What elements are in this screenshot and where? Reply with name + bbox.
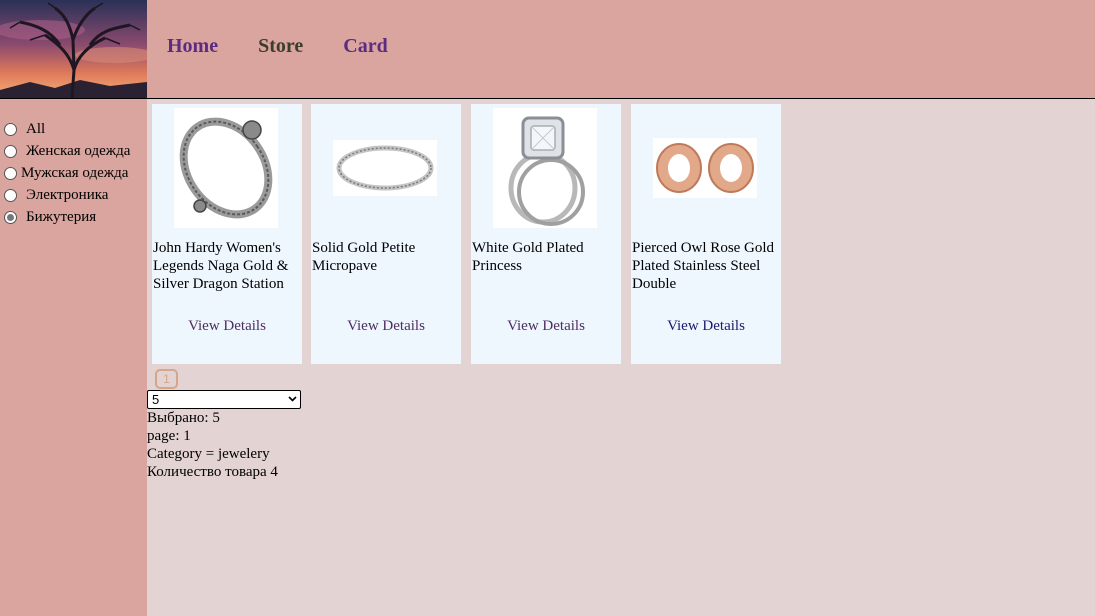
category-label: Мужская одежда <box>21 164 129 181</box>
category-mens-clothing-option[interactable]: Мужская одежда <box>4 164 128 182</box>
view-details-link[interactable]: View Details <box>631 317 781 335</box>
view-details-link[interactable]: View Details <box>471 317 621 335</box>
category-electronics-option[interactable]: Электроника <box>4 186 108 204</box>
product-title: White Gold Plated Princess <box>472 240 584 274</box>
category-label: Электроника <box>26 186 109 203</box>
page-size-select[interactable]: 5 <box>147 390 301 409</box>
selected-count-text: Выбрано: 5 <box>147 410 220 426</box>
logo-image <box>0 0 147 98</box>
nav-store-link[interactable]: Store <box>258 33 303 59</box>
product-card: White Gold Plated Princess View Details <box>471 104 621 364</box>
product-card: Pierced Owl Rose Gold Plated Stainless S… <box>631 104 781 364</box>
category-label: Бижутерия <box>26 208 97 225</box>
radio-button[interactable] <box>4 122 17 136</box>
product-title: John Hardy Women's Legends Naga Gold & S… <box>153 240 289 292</box>
category-label: All <box>26 120 46 137</box>
category-label: Женская одежда <box>26 142 131 159</box>
category-womens-clothing-option[interactable]: Женская одежда <box>4 142 130 160</box>
nav-home-link[interactable]: Home <box>167 33 218 59</box>
plugs-image[interactable] <box>653 138 757 198</box>
category-sidebar: All Женская одежда Мужская одежда Электр… <box>0 99 147 616</box>
main-nav: Home Store Card <box>167 33 428 59</box>
ring-image[interactable] <box>333 140 437 196</box>
page-text: page: 1 <box>147 428 191 444</box>
radio-button-checked[interactable] <box>4 210 17 224</box>
header: Home Store Card <box>0 0 1095 99</box>
view-details-link[interactable]: View Details <box>152 317 302 335</box>
product-card: Solid Gold Petite Micropave View Details <box>311 104 461 364</box>
view-details-link[interactable]: View Details <box>311 317 461 335</box>
category-all-option[interactable]: All <box>4 120 45 138</box>
radio-button[interactable] <box>4 188 17 202</box>
product-title: Solid Gold Petite Micropave <box>312 240 416 274</box>
radio-button[interactable] <box>4 144 17 158</box>
category-jewelery-option[interactable]: Бижутерия <box>4 208 96 226</box>
page-size-value: 5 <box>152 392 160 407</box>
category-text: Category = jewelery <box>147 446 270 462</box>
product-count-text: Количество товара 4 <box>147 464 278 480</box>
product-title: Pierced Owl Rose Gold Plated Stainless S… <box>632 240 775 292</box>
engagement-ring-image[interactable] <box>493 108 597 228</box>
page-1-button[interactable]: 1 <box>155 369 178 389</box>
chevron-down-icon <box>288 396 297 402</box>
radio-button[interactable] <box>4 166 17 180</box>
nav-card-link[interactable]: Card <box>343 33 387 59</box>
product-card: John Hardy Women's Legends Naga Gold & S… <box>152 104 302 364</box>
bracelet-image[interactable] <box>174 108 278 228</box>
